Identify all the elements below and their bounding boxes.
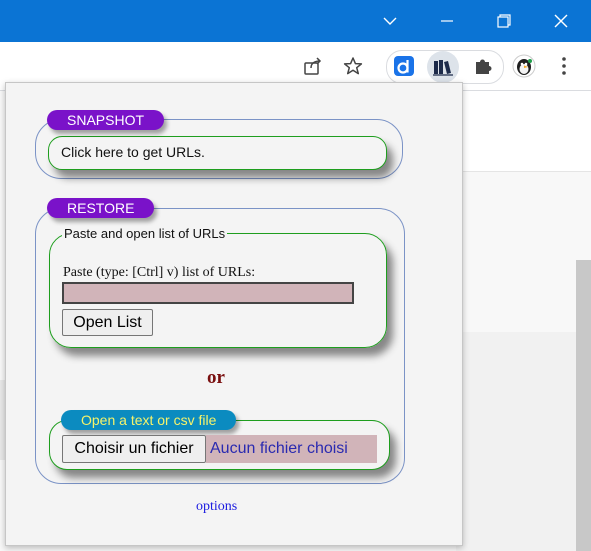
- share-icon: [304, 57, 322, 75]
- close-icon: [554, 14, 568, 28]
- books-icon: [433, 60, 453, 76]
- snapshot-action-text: Click here to get URLs.: [61, 144, 205, 160]
- tab-search-button[interactable]: [367, 0, 413, 42]
- background-card: [456, 91, 591, 172]
- kebab-menu-icon: [562, 57, 566, 75]
- extensions-button[interactable]: [468, 51, 498, 81]
- star-icon: [343, 57, 363, 75]
- minimize-button[interactable]: [424, 0, 470, 42]
- or-separator: or: [207, 367, 225, 388]
- paste-instruction: Paste (type: [Ctrl] v) list of URLs:: [63, 265, 256, 280]
- open-file-label: Open a text or csv file: [61, 410, 237, 430]
- snapshot-button[interactable]: Click here to get URLs.: [48, 136, 387, 170]
- background-scrollbar[interactable]: [576, 260, 591, 551]
- chevron-down-icon: [383, 17, 397, 25]
- background-panel: [456, 332, 576, 551]
- restore-icon: [497, 14, 511, 28]
- restore-label: RESTORE: [47, 198, 155, 218]
- paste-list-legend: Paste and open list of URLs: [64, 226, 226, 241]
- no-file-chosen-text: Aucun fichier choisi: [206, 435, 377, 463]
- browser-menu-button[interactable]: [549, 51, 579, 81]
- bookmark-star-button[interactable]: [338, 51, 368, 81]
- books-extension-button[interactable]: [427, 51, 459, 83]
- url-list-input[interactable]: [62, 282, 354, 304]
- extension-popup: Click here to get URLs. SNAPSHOT Paste a…: [5, 82, 463, 546]
- close-window-button[interactable]: [538, 0, 584, 42]
- profile-icon: [512, 54, 536, 78]
- open-list-button[interactable]: Open List: [62, 309, 153, 336]
- choose-file-button[interactable]: Choisir un fichier: [62, 435, 206, 463]
- browser-title-bar: [0, 0, 591, 42]
- options-link[interactable]: options: [196, 499, 237, 515]
- minimize-icon: [441, 20, 453, 22]
- extension-d-icon: [394, 56, 414, 76]
- snapshot-label: SNAPSHOT: [47, 110, 165, 130]
- share-button[interactable]: [298, 51, 328, 81]
- restore-button[interactable]: [481, 0, 527, 42]
- profile-button[interactable]: [509, 51, 539, 81]
- extension-d-button[interactable]: [389, 51, 419, 81]
- puzzle-icon: [476, 59, 492, 74]
